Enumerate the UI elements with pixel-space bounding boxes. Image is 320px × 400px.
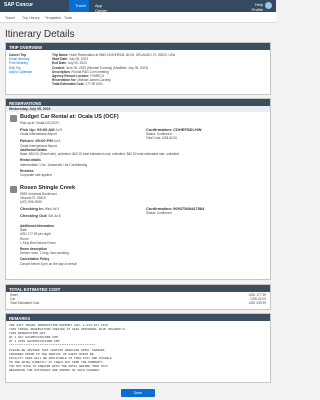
- hotel-phone: (407) 996-9939: [20, 200, 42, 205]
- hotel-title[interactable]: Rosen Shingle Creek: [20, 185, 75, 191]
- car-pickup-block: Pick Up: 09:00 AM Jul 5 Ocala Internatio…: [20, 127, 130, 148]
- total-cost-label: Total Estimated Cost:: [52, 82, 85, 87]
- trip-overview-header: TRIP OVERVIEW: [6, 43, 270, 50]
- reservations-section: RESERVATIONS Wednesday, July 05, 2023 Bu…: [5, 98, 271, 280]
- hotel-status-label: Status:: [146, 211, 156, 216]
- subnav-templates[interactable]: Templates: [45, 16, 61, 20]
- car-remarks: Corporate rate applied: [20, 173, 52, 178]
- cost-label-total: Total Estimated Cost: [10, 301, 40, 306]
- tab-travel[interactable]: Travel: [69, 0, 89, 12]
- car-rate: US$ 62.00: [161, 136, 178, 141]
- trip-details: Trip Name: Hotel Reservation at 9840 UNI…: [52, 53, 267, 87]
- sub-navigation: Travel Trip Library Templates Tools: [0, 12, 276, 23]
- cost-row-total: Total Estimated Cost USD 239.99: [10, 301, 266, 305]
- tab-app-center[interactable]: App Center: [89, 0, 113, 13]
- car-add-info: Base: $52.00 (Fixed rate), unlimited. $6…: [20, 152, 180, 157]
- car-conf-number: CDHEFSDLHW: [173, 127, 202, 132]
- car-title[interactable]: Budget Car Rental at: Ocala US (OCF): [20, 114, 119, 120]
- total-cost-table: Hotel USD 177.99 Car USD 62.00 Total Est…: [6, 292, 270, 307]
- brand-logo[interactable]: SAP Concur: [4, 2, 33, 8]
- subnav-travel[interactable]: Travel: [5, 16, 15, 20]
- user-menu[interactable]: Help Profile: [252, 2, 263, 12]
- car-pickup-location: Ocala International Airport: [20, 132, 57, 137]
- hotel-rate: Deluxe room, 1 king, Non-smoking: [20, 251, 69, 256]
- car-additional: Additional Details Base: $52.00 (Fixed r…: [20, 148, 265, 177]
- top-bar: SAP Concur Travel App Center Help Profil…: [0, 0, 276, 13]
- checkin-value: Wed Jul 5: [44, 207, 60, 211]
- subnav-trip-library[interactable]: Trip Library: [22, 16, 40, 20]
- checkout-label: Checking Out:: [20, 213, 48, 219]
- hotel-cancel: Cancel before 6 pm on the day of arrival: [20, 261, 77, 266]
- remark-line: REGARDING THE EXISTENCE AND AMOUNT OF SU…: [9, 369, 101, 373]
- car-rental: Intermediate / Car / Automatic / Air Con…: [20, 162, 88, 167]
- remarks-text: FOR 24X7 TRAVEL RESERVATION SUPPORT CALL…: [6, 321, 270, 376]
- car-return-date: Jul 5: [53, 139, 61, 144]
- hotel-icon: [10, 186, 17, 193]
- total-cost-value: 177.99 USD: [85, 82, 103, 87]
- avatar[interactable]: [265, 2, 272, 9]
- car-pickup-sub: Pick-up at: Ocala US (OCF): [20, 121, 60, 125]
- hotel-confirmation-block: Confirmation: 90937568447584 Status: Con…: [146, 206, 266, 216]
- reservations-header: RESERVATIONS: [6, 99, 270, 106]
- remarks-header: REMARKS: [6, 314, 270, 321]
- total-cost-header: TOTAL ESTIMATED COST: [6, 285, 270, 292]
- subnav-tools[interactable]: Tools: [64, 16, 72, 20]
- remarks-section: REMARKS FOR 24X7 TRAVEL RESERVATION SUPP…: [5, 313, 271, 383]
- hotel-additional: Additional Information Rate USD 177.99 p…: [20, 224, 265, 266]
- car-icon: [10, 115, 17, 122]
- car-rate-label: Total Cost:: [146, 136, 162, 141]
- add-to-calendar-link[interactable]: Add to Calendar: [9, 70, 47, 74]
- trip-actions: Cancel Trip Email Itinerary Print Itiner…: [9, 53, 47, 74]
- hotel-add-info-4: 1 King Bed Deluxe Room: [20, 240, 56, 245]
- cost-value-total: USD 239.99: [248, 301, 266, 306]
- date-bar: Wednesday, July 05, 2023: [6, 106, 270, 112]
- hotel-dates: Checking In: Wed Jul 5 Checking Out: Sat…: [20, 206, 140, 219]
- page-title: Itinerary Details: [5, 29, 75, 40]
- done-button[interactable]: Done: [121, 389, 155, 397]
- hotel-conf-number: 90937568447584: [173, 206, 205, 211]
- checkout-value: Sat Jul 8: [48, 214, 61, 219]
- trip-overview-section: TRIP OVERVIEW Cancel Trip Email Itinerar…: [5, 42, 271, 95]
- hotel-address: 9939 Universal Boulevard Orlando FL 3281…: [20, 192, 57, 205]
- total-cost-section: TOTAL ESTIMATED COST Hotel USD 177.99 Ca…: [5, 284, 271, 310]
- car-confirmation-block: Confirmation: CDHEFSDLHW Status: Confirm…: [146, 127, 266, 141]
- car-return-time: Return: 05:00 PM: [20, 138, 53, 144]
- hotel-status: Confirmed: [156, 211, 172, 216]
- checkin-label: Checking In:: [20, 206, 45, 211]
